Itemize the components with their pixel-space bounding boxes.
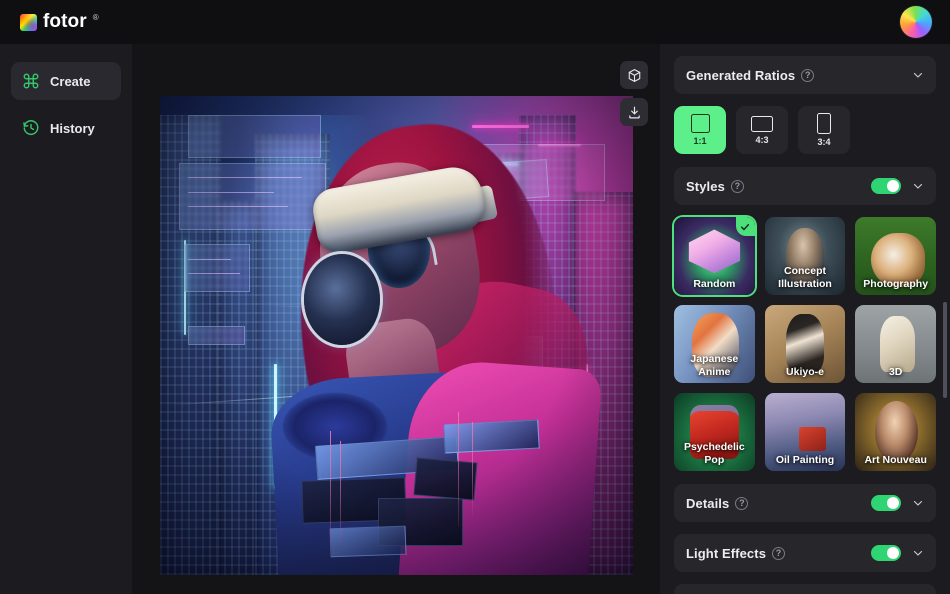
style-tile-japanese-anime[interactable]: JapaneseAnime xyxy=(674,305,755,383)
details-toggle[interactable] xyxy=(871,495,901,511)
left-sidebar: Create History xyxy=(0,44,132,594)
section-details[interactable]: Details ? xyxy=(674,484,936,522)
ratio-option-3-4[interactable]: 3:4 xyxy=(798,106,850,154)
question-mark-icon[interactable]: ? xyxy=(801,69,814,82)
style-label: Random xyxy=(674,278,755,296)
section-generated-ratios[interactable]: Generated Ratios ? xyxy=(674,56,936,94)
style-label: PsychedelicPop xyxy=(674,441,755,471)
sidebar-item-history-label: History xyxy=(50,121,95,136)
chevron-down-icon[interactable] xyxy=(912,547,924,559)
style-tile-random[interactable]: Random xyxy=(674,217,755,295)
section-composition[interactable]: Composition ? xyxy=(674,584,936,594)
styles-toggle[interactable] xyxy=(871,178,901,194)
ratio-option-4-3[interactable]: 4:3 xyxy=(736,106,788,154)
brand-name: fotor xyxy=(43,10,87,34)
generated-ratios-title: Generated Ratios xyxy=(686,68,795,83)
style-tile-concept-illustration[interactable]: ConceptIllustration xyxy=(765,217,846,295)
style-tile-ukiyo-e[interactable]: Ukiyo-e xyxy=(765,305,846,383)
styles-grid: Random ConceptIllustration Photography J… xyxy=(674,217,936,471)
ratio-option-1-1[interactable]: 1:1 xyxy=(674,106,726,154)
app-header: fotor ® xyxy=(0,0,950,44)
sidebar-item-create-label: Create xyxy=(50,74,90,89)
question-mark-icon[interactable]: ? xyxy=(772,547,785,560)
generated-image[interactable] xyxy=(160,96,633,575)
user-avatar[interactable] xyxy=(900,6,932,38)
question-mark-icon[interactable]: ? xyxy=(731,180,744,193)
command-icon xyxy=(22,72,40,90)
canvas-area xyxy=(132,44,660,594)
section-light-effects[interactable]: Light Effects ? xyxy=(674,534,936,572)
3d-cube-button[interactable] xyxy=(620,61,648,89)
details-title: Details xyxy=(686,496,729,511)
landscape-ratio-icon xyxy=(751,116,773,132)
chevron-down-icon[interactable] xyxy=(912,69,924,81)
style-label: JapaneseAnime xyxy=(674,353,755,383)
style-tile-psychedelic-pop[interactable]: PsychedelicPop xyxy=(674,393,755,471)
fotor-logo-icon xyxy=(20,14,37,31)
trademark-symbol: ® xyxy=(93,13,99,23)
selected-badge xyxy=(736,217,755,236)
section-styles[interactable]: Styles ? xyxy=(674,167,936,205)
settings-panel: Generated Ratios ? 1:1 4:3 3:4 Styles xyxy=(660,44,950,594)
question-mark-icon[interactable]: ? xyxy=(735,497,748,510)
style-label: Oil Painting xyxy=(765,454,846,472)
light-effects-toggle[interactable] xyxy=(871,545,901,561)
sidebar-item-create[interactable]: Create xyxy=(11,62,121,100)
cube-icon xyxy=(627,68,642,83)
chevron-down-icon[interactable] xyxy=(912,497,924,509)
chevron-down-icon[interactable] xyxy=(912,180,924,192)
ratio-label: 1:1 xyxy=(693,136,706,146)
style-label: ConceptIllustration xyxy=(765,265,846,295)
styles-title: Styles xyxy=(686,179,725,194)
ratio-options: 1:1 4:3 3:4 xyxy=(674,106,936,154)
style-label: 3D xyxy=(855,366,936,384)
clock-history-icon xyxy=(22,119,40,137)
style-label: Photography xyxy=(855,278,936,296)
style-tile-photography[interactable]: Photography xyxy=(855,217,936,295)
sidebar-item-history[interactable]: History xyxy=(11,109,121,147)
artwork-render xyxy=(160,96,633,575)
panel-scrollbar[interactable] xyxy=(943,302,947,398)
check-icon xyxy=(740,222,750,232)
style-tile-3d[interactable]: 3D xyxy=(855,305,936,383)
ratio-label: 4:3 xyxy=(755,135,768,145)
portrait-ratio-icon xyxy=(817,113,831,134)
style-tile-oil-painting[interactable]: Oil Painting xyxy=(765,393,846,471)
square-ratio-icon xyxy=(691,114,710,133)
brand-logo[interactable]: fotor ® xyxy=(20,10,99,34)
style-label: Ukiyo-e xyxy=(765,366,846,384)
fotor-ai-app: fotor ® Create History xyxy=(0,0,950,594)
style-tile-art-nouveau[interactable]: Art Nouveau xyxy=(855,393,936,471)
download-icon xyxy=(627,105,642,120)
light-effects-title: Light Effects xyxy=(686,546,766,561)
download-button[interactable] xyxy=(620,98,648,126)
style-label: Art Nouveau xyxy=(855,454,936,472)
ratio-label: 3:4 xyxy=(817,137,830,147)
canvas-toolbar xyxy=(620,61,648,126)
